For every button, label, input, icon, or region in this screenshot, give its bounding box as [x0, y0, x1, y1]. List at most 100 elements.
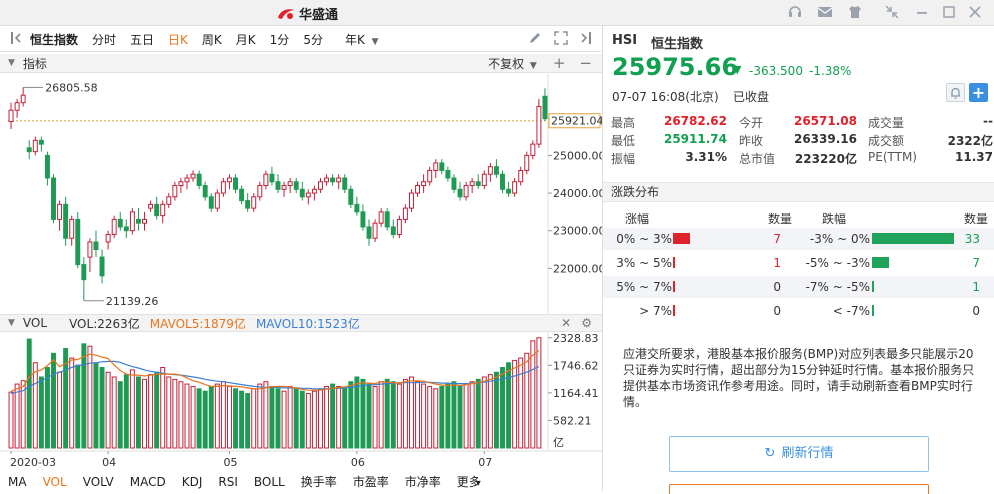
- indicator-tab[interactable]: MA: [0, 475, 35, 489]
- indicator-tab[interactable]: 市净率: [397, 473, 449, 490]
- settings-gear-icon[interactable]: ⚙: [577, 316, 602, 330]
- volume-bar: [214, 383, 220, 449]
- close-icon[interactable]: ✕: [555, 316, 577, 330]
- volume-bar: [32, 362, 38, 449]
- up-candle: [415, 185, 421, 194]
- indicator-tab[interactable]: MACD: [122, 475, 174, 489]
- volume-chart[interactable]: 2328.83 1746.62 1164.41 582.21 亿: [0, 332, 602, 450]
- up-candle: [378, 211, 384, 224]
- volume-bar: [148, 374, 154, 449]
- volume-bar: [69, 357, 75, 449]
- down-candle: [63, 203, 69, 239]
- price-tick-label: 22000.00: [553, 262, 602, 275]
- volume-bar: [257, 383, 263, 449]
- refresh-icon: ↻: [764, 446, 776, 461]
- fullscreen-icon[interactable]: [548, 31, 574, 48]
- kline-chart[interactable]: 25000.00 24000.00 23000.00 22000.00 25921.04…: [0, 74, 606, 314]
- up-candle: [311, 188, 317, 194]
- adjust-select[interactable]: 不复权 ▼: [488, 55, 545, 72]
- stock-name: 恒生指数: [651, 37, 704, 52]
- period-tab[interactable]: 1分: [263, 31, 297, 48]
- down-range-label: -5% ~ -3%: [805, 256, 870, 270]
- chevron-down-icon: ▾: [475, 478, 481, 489]
- volume-bar: [409, 376, 414, 449]
- period-tab[interactable]: 分时: [85, 31, 123, 48]
- volume-bar: [421, 383, 427, 449]
- volume-bar: [281, 390, 287, 449]
- volume-bar: [14, 383, 20, 449]
- stat-label: PE(TTM): [868, 150, 917, 164]
- remove-indicator-icon[interactable]: −: [573, 54, 602, 72]
- mail-icon[interactable]: [817, 4, 833, 20]
- draw-pen-icon[interactable]: [522, 31, 548, 48]
- refresh-quote-button[interactable]: ↻ 刷新行情: [669, 436, 929, 472]
- up-count: 7: [773, 232, 781, 246]
- shrink-icon[interactable]: [884, 4, 900, 20]
- up-candle: [487, 166, 493, 175]
- indicator-tab[interactable]: 换手率: [293, 473, 345, 490]
- down-candle: [348, 188, 354, 205]
- down-candle: [233, 177, 239, 190]
- indicator-tab[interactable]: BOLL: [246, 475, 293, 489]
- period-tab[interactable]: 5分: [296, 31, 330, 48]
- volume-bar: [111, 376, 117, 449]
- volume-bar: [287, 385, 293, 449]
- distribution-row: 0% ~ 3% 7 -3% ~ 0% 33: [603, 228, 994, 250]
- add-watchlist-icon[interactable]: +: [969, 83, 988, 102]
- period-tab[interactable]: 五日: [123, 31, 161, 48]
- indicator-tab[interactable]: KDJ: [174, 475, 211, 489]
- volume-bar: [330, 383, 336, 449]
- volume-bar: [481, 376, 487, 449]
- volume-bar: [463, 383, 469, 449]
- alert-bell-icon[interactable]: [946, 83, 965, 102]
- up-candle: [8, 109, 14, 123]
- vol-ma5-value: MAVOL5:1879亿: [149, 316, 246, 331]
- secondary-button[interactable]: [669, 484, 929, 494]
- stat-label: 成交量: [868, 116, 905, 130]
- add-indicator-icon[interactable]: +: [545, 54, 574, 72]
- up-candle: [481, 173, 487, 187]
- indicator-tab[interactable]: VOLV: [75, 475, 122, 489]
- col-up-label: 涨幅: [625, 212, 650, 226]
- close-icon[interactable]: [967, 4, 983, 20]
- down-candle: [93, 241, 99, 251]
- collapse-triangle-icon[interactable]: ▼: [0, 318, 23, 328]
- period-tab[interactable]: 日K: [161, 31, 195, 48]
- volume-bar: [239, 390, 245, 449]
- refresh-label: 刷新行情: [781, 446, 834, 461]
- indicator-tab[interactable]: 更多▾: [449, 473, 489, 490]
- down-candle: [390, 226, 396, 235]
- up-range-label: > 7%: [639, 304, 672, 318]
- volume-bar: [318, 388, 323, 449]
- vol-label: VOL: [22, 316, 48, 330]
- indicator-tab[interactable]: 市盈率: [345, 473, 397, 490]
- collapse-triangle-icon[interactable]: ▼: [0, 58, 23, 68]
- headset-icon[interactable]: [787, 4, 803, 20]
- indicator-tab[interactable]: RSI: [210, 475, 246, 489]
- volume-bar: [8, 391, 14, 449]
- indicator-label[interactable]: 指标: [23, 55, 47, 72]
- up-candle: [148, 203, 154, 209]
- volume-bar: [135, 376, 141, 449]
- volume-bar: [348, 381, 354, 449]
- expand-panel-icon[interactable]: [574, 31, 602, 48]
- volume-bar: [427, 385, 433, 449]
- minimize-icon[interactable]: [914, 4, 930, 20]
- kline-type-select[interactable]: 年K ▼: [338, 31, 386, 48]
- logo-icon: [278, 8, 294, 19]
- indicator-tab[interactable]: VOL: [35, 475, 75, 489]
- up-candle: [214, 192, 220, 209]
- volume-bar: [378, 381, 384, 449]
- period-tab[interactable]: 月K: [229, 31, 263, 48]
- up-candle: [336, 177, 342, 183]
- price-change: -363.500: [749, 64, 803, 78]
- up-candle: [251, 196, 257, 209]
- maximize-icon[interactable]: [941, 4, 957, 20]
- collapse-sidebar-icon[interactable]: [0, 31, 26, 48]
- up-candle: [409, 192, 414, 209]
- vol-tick-label: 582.21: [553, 414, 592, 427]
- down-count: 7: [972, 256, 980, 270]
- period-tab[interactable]: 周K: [195, 31, 229, 48]
- vol-value: VOL:2263亿: [69, 316, 140, 331]
- skin-icon[interactable]: [847, 4, 863, 20]
